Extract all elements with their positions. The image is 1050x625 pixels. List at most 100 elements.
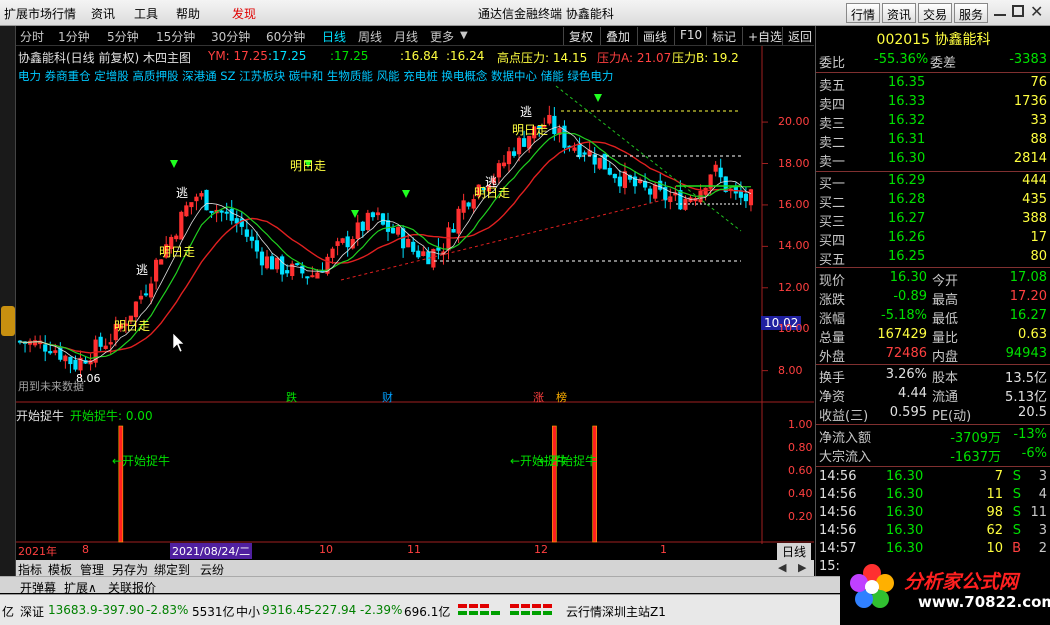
candle-body bbox=[285, 270, 290, 274]
stat-value: 94943 bbox=[1005, 346, 1047, 361]
minimize-icon[interactable] bbox=[994, 14, 1006, 16]
sell-price: 16.31 bbox=[888, 132, 926, 147]
top-button-service[interactable]: 服务 bbox=[954, 3, 989, 23]
candle-body bbox=[103, 345, 108, 349]
menu-item-discover[interactable]: 发现 bbox=[232, 5, 256, 22]
scroll-right-icon[interactable]: ▶ bbox=[798, 561, 806, 574]
more-dropdown-icon[interactable]: ▼ bbox=[460, 30, 468, 41]
menu-item-help[interactable]: 帮助 bbox=[176, 5, 200, 22]
candle-body bbox=[189, 202, 194, 208]
collapse-handle-icon[interactable] bbox=[1, 306, 15, 336]
price-axis-tick: 20.00 bbox=[778, 115, 810, 129]
toolbar-overlay-button[interactable]: 叠加 bbox=[600, 27, 635, 45]
server-name[interactable]: 云行情深圳主站Z1 bbox=[566, 603, 666, 620]
toolbar-add-watch-button[interactable]: +自选 bbox=[742, 27, 787, 45]
high-pressure-label: 高点压力: 14.15 bbox=[497, 51, 588, 65]
fundamental-label: 流通 bbox=[932, 390, 959, 405]
stat-value: -0.89 bbox=[893, 289, 927, 304]
toolbar-back-button[interactable]: 返回 bbox=[782, 27, 817, 45]
tick-time: 14:56 bbox=[819, 487, 857, 502]
toolbar-adjust-button[interactable]: 复权 bbox=[563, 27, 598, 45]
stat-label: 最低 bbox=[932, 312, 959, 327]
period-tab-5min[interactable]: 5分钟 bbox=[107, 28, 139, 45]
money-flow-row: 净流入额 -3709万 -13% bbox=[816, 426, 1050, 446]
tick-side: S bbox=[1012, 469, 1021, 484]
sell-volume: 88 bbox=[1030, 132, 1047, 147]
flow-label: 大宗流入 bbox=[819, 450, 872, 465]
candle-body bbox=[234, 218, 239, 224]
period-tab-1min[interactable]: 1分钟 bbox=[58, 28, 90, 45]
period-tab-daily[interactable]: 日线 bbox=[322, 28, 346, 45]
quote-row-webi: 委比 -55.36% 委差 -3383 bbox=[816, 51, 1050, 71]
top-button-news[interactable]: 资讯 bbox=[882, 3, 917, 23]
sell-level-label: 卖二 bbox=[819, 136, 846, 151]
toolbar-draw-button[interactable]: 画线 bbox=[637, 27, 672, 45]
top-button-trade[interactable]: 交易 bbox=[918, 3, 953, 23]
candle-body bbox=[466, 202, 471, 207]
quote-fundamental-row: 收益(三) 0.595 PE(动) 20.5 bbox=[816, 404, 1050, 424]
period-tab-more[interactable]: 更多 bbox=[430, 28, 454, 45]
candle-body bbox=[335, 241, 340, 246]
period-indicator[interactable]: 日线 bbox=[777, 543, 812, 560]
tick-count: 11 bbox=[1030, 505, 1047, 520]
sell-level-label: 卖四 bbox=[819, 98, 846, 113]
buy-level-label: 买四 bbox=[819, 234, 846, 249]
close-icon[interactable]: ✕ bbox=[1030, 2, 1043, 21]
toolbar-f10-button[interactable]: F10 bbox=[674, 27, 707, 45]
event-marker-finance[interactable]: 财 bbox=[382, 389, 393, 405]
event-marker-fall[interactable]: 跌 bbox=[286, 389, 297, 405]
buy-level-label: 买三 bbox=[819, 215, 846, 230]
top-button-quotes[interactable]: 行情 bbox=[846, 3, 881, 23]
x-label-month: 12 bbox=[534, 543, 548, 556]
period-tab-15min[interactable]: 15分钟 bbox=[156, 28, 195, 45]
sz-amount: 5531亿 bbox=[192, 605, 235, 619]
flow-value: -3709万 bbox=[950, 431, 1001, 446]
quote-fundamental-row: 换手 3.26% 股本 13.5亿 bbox=[816, 366, 1050, 386]
candle-body bbox=[53, 350, 58, 353]
stat-label: 现价 bbox=[819, 274, 846, 289]
period-tab-monthly[interactable]: 月线 bbox=[394, 28, 418, 45]
menu-item-news[interactable]: 资讯 bbox=[91, 5, 115, 22]
stat-label: 最高 bbox=[932, 293, 959, 308]
period-tab-intraday[interactable]: 分时 bbox=[20, 28, 44, 45]
quote-stat-row: 涨幅 -5.18% 最低 16.27 bbox=[816, 307, 1050, 327]
candle-body bbox=[501, 162, 507, 167]
candle-body bbox=[315, 272, 320, 279]
candle-body bbox=[653, 184, 658, 199]
period-tab-60min[interactable]: 60分钟 bbox=[266, 28, 305, 45]
flee-label: 逃 bbox=[520, 105, 533, 119]
period-tab-30min[interactable]: 30分钟 bbox=[211, 28, 250, 45]
tick-count: 3 bbox=[1038, 523, 1047, 538]
tick-time: 14:56 bbox=[819, 505, 857, 520]
kline-chart-svg[interactable] bbox=[16, 46, 814, 546]
menu-item-extended-market[interactable]: 扩展市场行情 bbox=[4, 5, 76, 22]
candle-body bbox=[658, 180, 663, 190]
candle-body bbox=[678, 190, 683, 210]
buy-level-label: 买一 bbox=[819, 177, 846, 192]
scroll-left-icon[interactable]: ◀ bbox=[778, 561, 786, 574]
order-book-buy-row: 买二 16.28 435 bbox=[816, 191, 1050, 211]
flee-label: 逃 bbox=[136, 263, 149, 277]
event-marker-rise[interactable]: 涨 bbox=[533, 389, 544, 405]
menu-item-tools[interactable]: 工具 bbox=[134, 5, 158, 22]
tick-count: 4 bbox=[1038, 487, 1047, 502]
candle-body bbox=[451, 229, 456, 233]
candle-body bbox=[738, 190, 743, 198]
candle-body bbox=[179, 211, 184, 240]
maximize-icon[interactable] bbox=[1012, 5, 1024, 17]
ma-value-2: :17.25 bbox=[330, 49, 369, 63]
concept-tags: 电力 券商重仓 定增股 高质押股 深港通 SZ 江苏板块 碳中和 生物质能 风能… bbox=[18, 69, 614, 83]
buy-volume: 17 bbox=[1030, 230, 1047, 245]
x-label-cursor-date: 2021/08/24/二 bbox=[170, 543, 253, 559]
zx-change: -227.94 bbox=[310, 603, 357, 617]
event-marker-list[interactable]: 榜 bbox=[556, 389, 567, 405]
period-tab-weekly[interactable]: 周线 bbox=[358, 28, 382, 45]
toolbar-mark-button[interactable]: 标记 bbox=[706, 27, 741, 45]
candle-body bbox=[310, 275, 315, 278]
candle-body bbox=[184, 205, 189, 217]
stat-label: 涨幅 bbox=[819, 312, 846, 327]
market-breadth-icon bbox=[510, 603, 560, 617]
candle-body bbox=[496, 163, 502, 178]
sell-price: 16.32 bbox=[888, 113, 926, 128]
kline-chart-area[interactable]: 协鑫能科(日线 前复权) 木四主图 YM: 17.25 :17.25 :17.2… bbox=[16, 46, 814, 560]
